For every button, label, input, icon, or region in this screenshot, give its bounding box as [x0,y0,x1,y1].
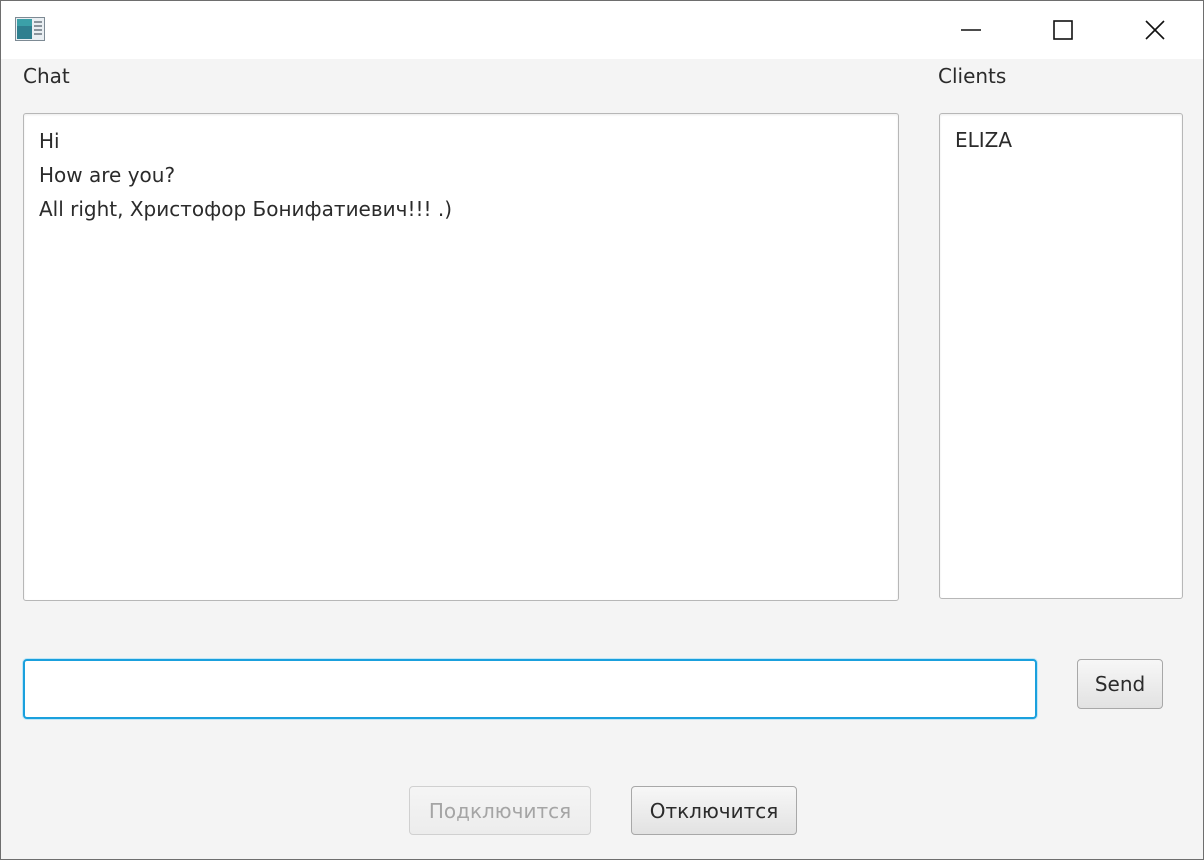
chat-message: All right, Христофор Бонифатиевич!!! .) [39,197,453,221]
disconnect-button[interactable]: Отключится [631,786,797,835]
client-item[interactable]: ELIZA [955,126,1167,154]
clients-list[interactable]: ELIZA [939,113,1183,599]
app-window: Chat Clients Hi How are you? All right, … [0,0,1204,860]
chat-log[interactable]: Hi How are you? All right, Христофор Бон… [23,113,899,601]
close-button[interactable] [1109,1,1201,59]
message-input[interactable] [23,659,1037,719]
chat-message: How are you? [39,163,176,187]
app-window-icon [15,17,45,41]
close-icon [1144,19,1166,41]
chat-message: Hi [39,129,60,153]
title-bar[interactable] [1,1,1203,59]
send-button[interactable]: Send [1077,659,1163,709]
maximize-button[interactable] [1017,1,1109,59]
clients-label: Clients [938,64,1007,88]
connect-button: Подключится [409,786,591,835]
minimize-icon [960,19,982,41]
minimize-button[interactable] [925,1,1017,59]
chat-label: Chat [23,64,70,88]
maximize-icon [1052,19,1074,41]
